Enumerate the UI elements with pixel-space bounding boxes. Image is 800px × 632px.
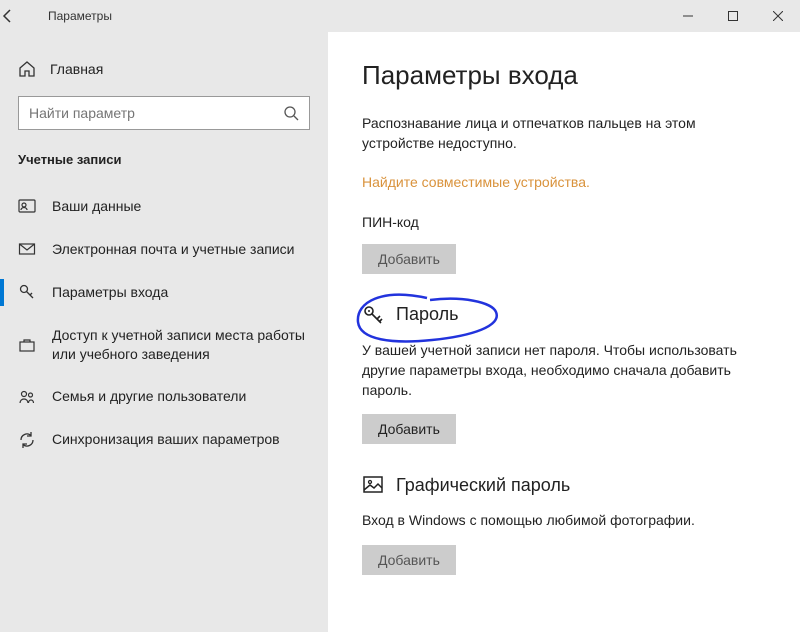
sidebar-item-label: Доступ к учетной записи места работы или…: [52, 326, 310, 364]
sidebar-item-family[interactable]: Семья и другие пользователи: [0, 375, 328, 418]
sidebar-item-label: Синхронизация ваших параметров: [52, 430, 280, 449]
search-wrap: [0, 96, 328, 152]
body: Главная Учетные записи Ваши данные: [0, 32, 800, 632]
home-button[interactable]: Главная: [0, 52, 328, 96]
add-picture-password-button[interactable]: Добавить: [362, 545, 456, 575]
mail-icon: [18, 240, 36, 258]
sidebar-item-label: Семья и другие пользователи: [52, 387, 246, 406]
sync-icon: [18, 431, 36, 449]
password-section-header: Пароль: [362, 304, 766, 326]
sidebar-item-email-accounts[interactable]: Электронная почта и учетные записи: [0, 228, 328, 271]
search-icon: [283, 105, 299, 121]
titlebar: Параметры: [0, 0, 800, 32]
sidebar-item-work-access[interactable]: Доступ к учетной записи места работы или…: [0, 314, 328, 376]
page-title: Параметры входа: [362, 60, 766, 91]
sidebar-item-signin-options[interactable]: Параметры входа: [0, 271, 328, 314]
people-icon: [18, 388, 36, 406]
maximize-button[interactable]: [710, 0, 755, 32]
search-input[interactable]: [29, 105, 283, 121]
search-box[interactable]: [18, 96, 310, 130]
person-card-icon: [18, 197, 36, 215]
sidebar-item-your-info[interactable]: Ваши данные: [0, 185, 328, 228]
picture-password-desc: Вход в Windows с помощью любимой фотогра…: [362, 510, 766, 530]
sidebar-item-sync[interactable]: Синхронизация ваших параметров: [0, 418, 328, 461]
image-icon: [362, 474, 384, 496]
sidebar-item-label: Параметры входа: [52, 283, 168, 302]
add-pin-button[interactable]: Добавить: [362, 244, 456, 274]
settings-window: Параметры Главная: [0, 0, 800, 632]
sidebar: Главная Учетные записи Ваши данные: [0, 32, 328, 632]
sidebar-item-label: Ваши данные: [52, 197, 141, 216]
window-title: Параметры: [48, 9, 112, 23]
add-password-button[interactable]: Добавить: [362, 414, 456, 444]
pin-title: ПИН-код: [362, 214, 766, 230]
close-button[interactable]: [755, 0, 800, 32]
password-desc: У вашей учетной записи нет пароля. Чтобы…: [362, 340, 766, 401]
password-title: Пароль: [396, 304, 458, 325]
key-icon: [18, 283, 36, 301]
sidebar-section-title: Учетные записи: [0, 152, 328, 185]
picture-password-title: Графический пароль: [396, 475, 570, 496]
main-content: Параметры входа Распознавание лица и отп…: [328, 32, 800, 632]
picture-password-section-header: Графический пароль: [362, 474, 766, 496]
sidebar-item-label: Электронная почта и учетные записи: [52, 240, 294, 259]
briefcase-icon: [18, 336, 36, 354]
nav: Ваши данные Электронная почта и учетные …: [0, 185, 328, 461]
biometrics-unavailable-text: Распознавание лица и отпечатков пальцев …: [362, 113, 766, 154]
compatible-devices-link[interactable]: Найдите совместимые устройства.: [362, 174, 590, 190]
home-icon: [18, 60, 36, 78]
home-label: Главная: [50, 61, 103, 77]
minimize-button[interactable]: [665, 0, 710, 32]
key-icon: [362, 304, 384, 326]
back-button[interactable]: [0, 8, 40, 24]
